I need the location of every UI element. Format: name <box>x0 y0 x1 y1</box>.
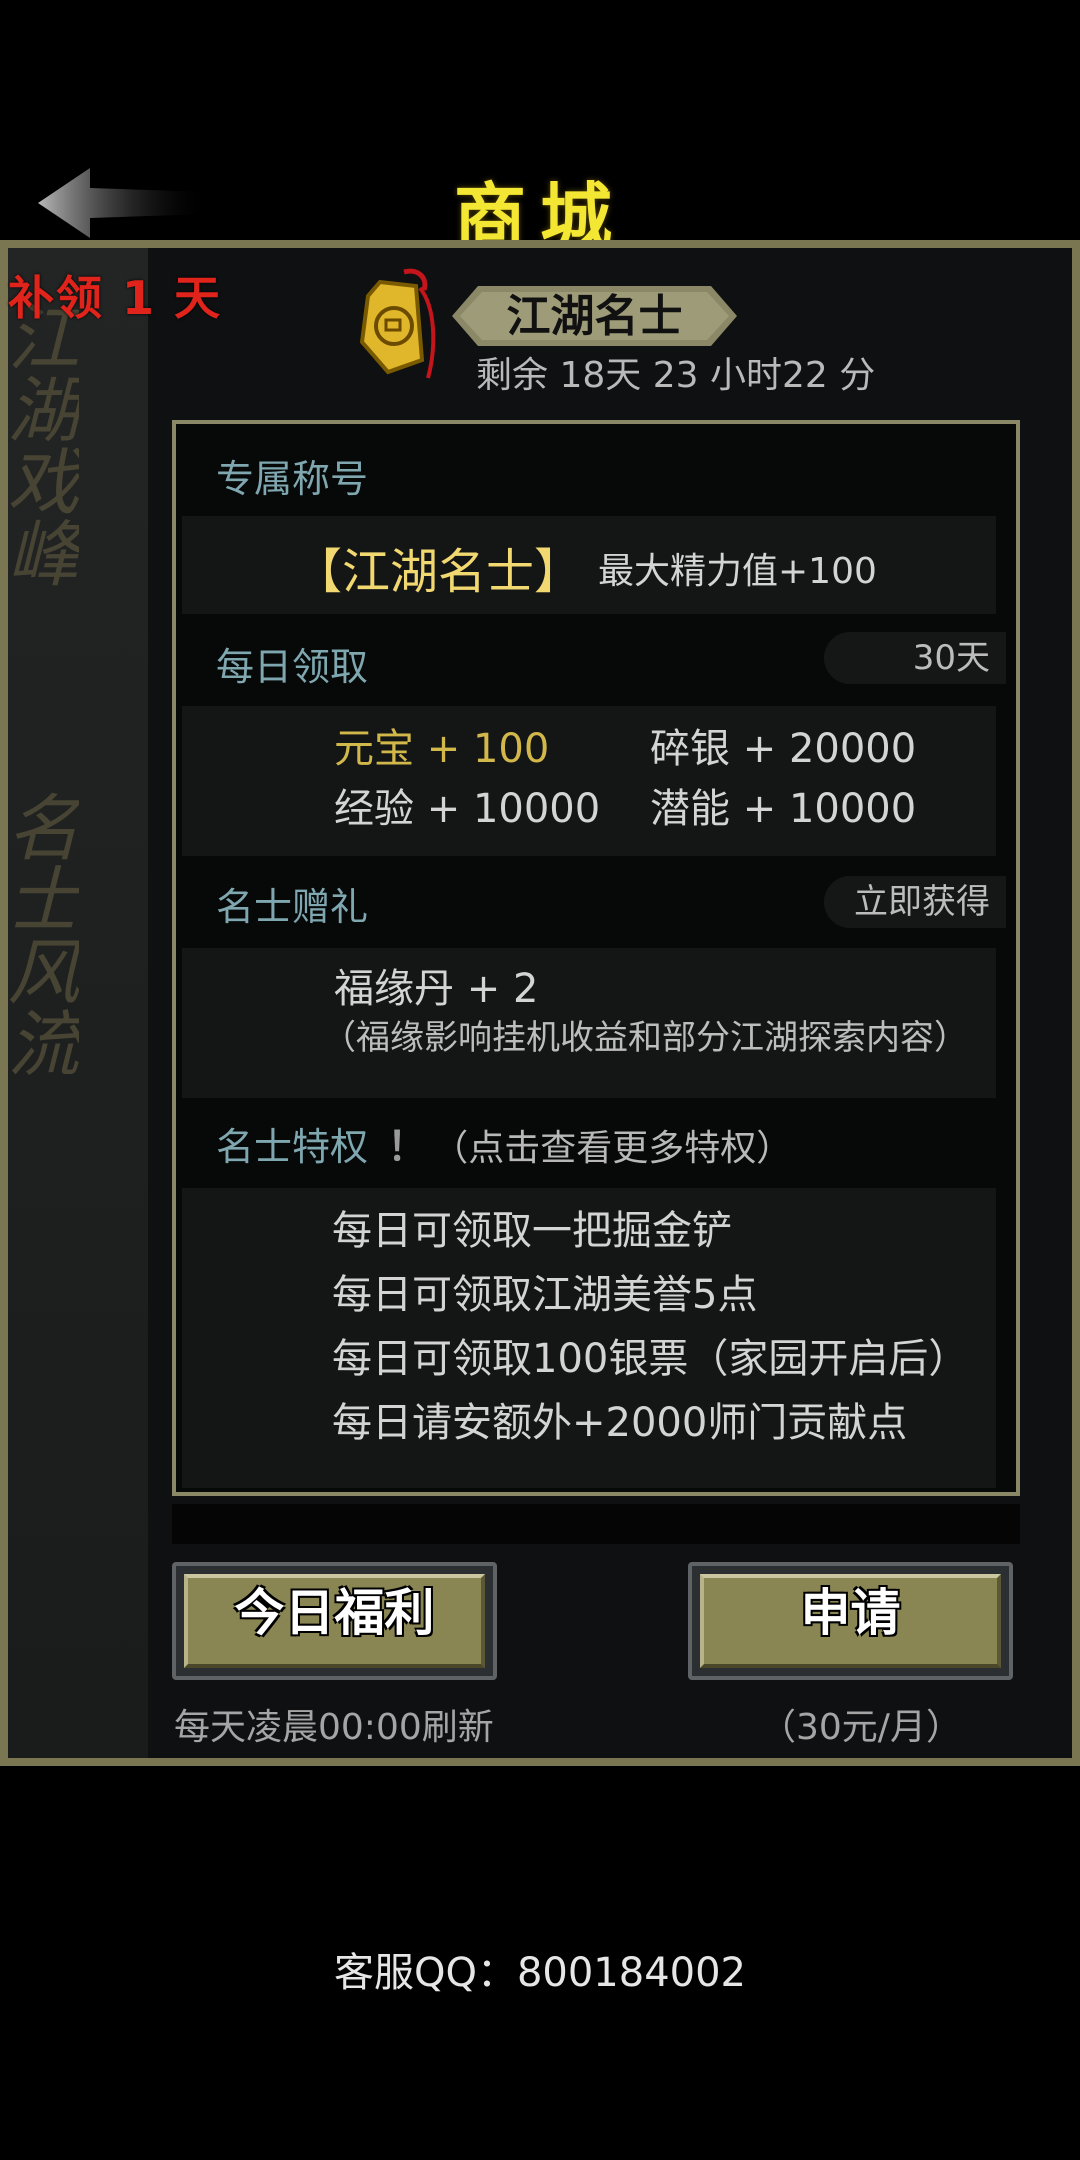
section-gift-heading: 名士赠礼 <box>216 885 369 929</box>
privilege-hint: （点击查看更多特权） <box>432 1128 793 1169</box>
apply-button[interactable]: 申请 <box>688 1562 1013 1680</box>
remaining-time: 剩余 18天 23 小时22 分 <box>476 355 876 396</box>
reward-ingot: 元宝 + 100 <box>334 726 550 772</box>
daily-welfare-button[interactable]: 今日福利 <box>172 1562 497 1680</box>
gift-item: 福缘丹 + 2 <box>334 966 539 1012</box>
gift-box: 福缘丹 + 2 （福缘影响挂机收益和部分江湖探索内容） <box>182 948 996 1098</box>
privilege-item: 每日请安额外+2000师门贡献点 <box>332 1400 908 1446</box>
section-daily-heading: 每日领取 <box>216 645 369 689</box>
makeup-days-badge[interactable]: 补领 1 天 <box>8 262 222 328</box>
daily-days-pill: 30天 <box>824 632 1006 684</box>
calligraphy-decor-bottom: 名士风流 <box>0 790 79 1078</box>
gift-claim-button[interactable]: 立即获得 <box>824 876 1006 928</box>
calligraphy-decor-top: 江湖戏峰 <box>0 300 79 588</box>
daily-refresh-note: 每天凌晨00:00刷新 <box>174 1707 494 1748</box>
privilege-item: 每日可领取100银票（家园开启后） <box>332 1336 969 1382</box>
customer-service-qq: 客服QQ：800184002 <box>333 1950 746 1996</box>
section-privilege-heading: 名士特权 <box>216 1125 369 1169</box>
vip-benefits-panel: 专属称号 【江湖名士】 最大精力值+100 每日领取 30天 元宝 + 100 … <box>172 420 1020 1496</box>
reward-potential: 潜能 + 10000 <box>650 786 917 832</box>
exclusive-title-name: 【江湖名士】 <box>294 544 583 600</box>
exclusive-title-bonus: 最大精力值+100 <box>598 551 877 592</box>
reward-silver: 碎银 + 20000 <box>650 726 917 772</box>
exclusive-title-row: 【江湖名士】 最大精力值+100 <box>182 516 996 614</box>
jade-tag-icon <box>359 268 436 379</box>
privilege-item: 每日可领取江湖美誉5点 <box>332 1272 758 1318</box>
apply-price-note: （30元/月） <box>760 1707 962 1748</box>
daily-welfare-label: 今日福利 <box>234 1584 435 1642</box>
vip-name: 江湖名士 <box>506 291 683 342</box>
apply-label: 申请 <box>800 1584 901 1642</box>
reward-exp: 经验 + 10000 <box>334 786 601 832</box>
daily-rewards-box: 元宝 + 100 碎银 + 20000 经验 + 10000 潜能 + 1000… <box>182 706 996 856</box>
gift-note: （福缘影响挂机收益和部分江湖探索内容） <box>322 1018 968 1058</box>
panel-bottom-strip <box>172 1504 1020 1544</box>
info-exclamation-icon: ！ <box>387 1124 428 1170</box>
section-title-heading: 专属称号 <box>216 457 369 501</box>
privilege-heading-row[interactable]: 名士特权 ！ （点击查看更多特权） <box>216 1114 792 1172</box>
privilege-list: 每日可领取一把掘金铲 每日可领取江湖美誉5点 每日可领取100银票（家园开启后）… <box>182 1188 996 1488</box>
privilege-item: 每日可领取一把掘金铲 <box>332 1208 732 1254</box>
